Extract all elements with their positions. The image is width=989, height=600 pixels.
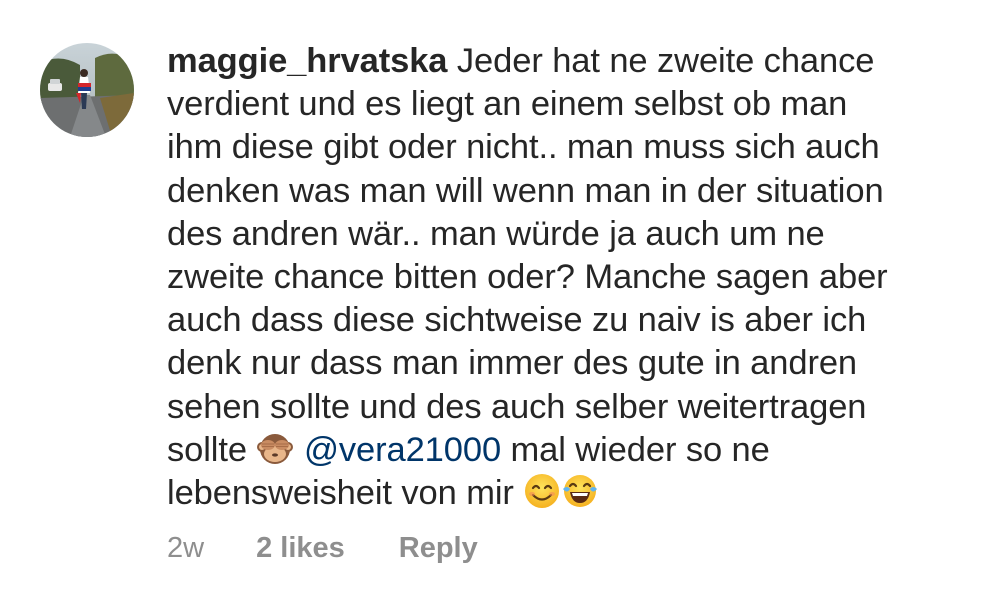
comment-timestamp: 2w	[167, 532, 205, 564]
comment-text-segment: sollte	[167, 430, 247, 469]
comment-line-10: sollte @vera21000 mal wieder so ne	[167, 429, 967, 472]
comment-text-line: auch dass diese sichtweise zu naiv is ab…	[167, 301, 867, 340]
comment-meta: 2w 2 likes Reply	[167, 532, 478, 565]
comment-item: maggie_hrvatska Jeder hat ne zweite chan…	[0, 0, 989, 600]
comment-text-line: zweite chance bitten oder? Manche sagen …	[167, 258, 888, 297]
comment-text-line: denk nur dass man immer des gute in andr…	[167, 344, 858, 383]
comment-text-line: ihm diese gibt oder nicht.. man muss sic…	[167, 128, 880, 167]
comment-line-1: maggie_hrvatska Jeder hat ne zweite chan…	[167, 40, 967, 83]
reply-button[interactable]: Reply	[399, 532, 478, 565]
avatar[interactable]	[40, 43, 134, 137]
comment-text-line: verdient und es liegt an einem selbst ob…	[167, 85, 848, 124]
comment-text-line: des andren wär.. man würde ja auch um ne	[167, 214, 825, 253]
comment-line-11: lebensweisheit von mir	[167, 472, 967, 515]
comment-text-segment: lebensweisheit von mir	[167, 474, 514, 513]
see-no-evil-monkey-emoji	[257, 433, 294, 464]
comment-text-line: sehen sollte und des auch selber weitert…	[167, 387, 867, 426]
tears-of-joy-emoji	[563, 475, 598, 508]
smiling-face-emoji	[525, 474, 560, 509]
comment-text-line: denken was man will wenn man in der situ…	[167, 171, 884, 210]
mention-link[interactable]: @vera21000	[304, 431, 501, 469]
comment-text-segment: mal wieder so ne	[510, 430, 770, 469]
comment-body: maggie_hrvatska Jeder hat ne zweite chan…	[167, 40, 967, 515]
avatar-photo	[40, 43, 134, 137]
comment-username[interactable]: maggie_hrvatska	[167, 42, 448, 80]
likes-count-button[interactable]: 2 likes	[256, 532, 345, 565]
comment-text-line: Jeder hat ne zweite chance	[456, 42, 875, 80]
